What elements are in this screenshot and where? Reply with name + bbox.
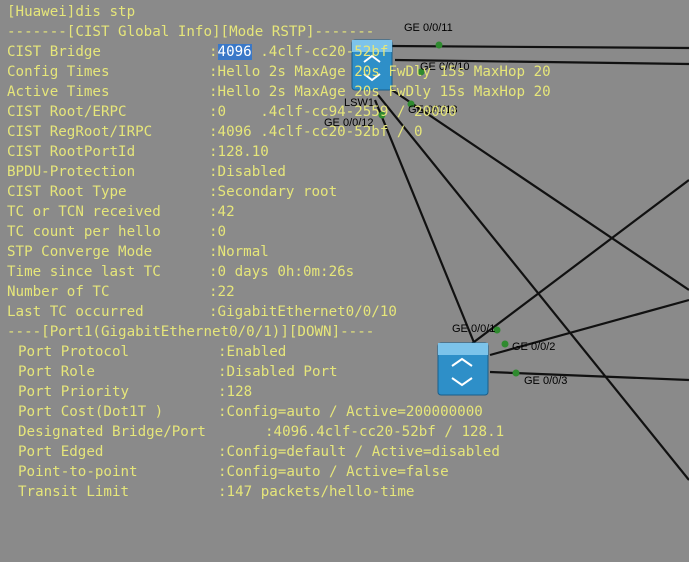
port-row: Port Edged :Config=default / Active=disa…	[0, 442, 689, 462]
row-value: :42	[209, 204, 235, 220]
row-label: Config Times	[7, 64, 110, 80]
row-label: Active Times	[7, 84, 110, 100]
row-value: :0 days 0h:0m:26s	[209, 264, 355, 280]
global-row: CIST RootPortId :128.10	[0, 142, 689, 162]
row-label: CIST RootPortId	[7, 144, 136, 160]
row-label: Transit Limit	[18, 484, 130, 500]
port-row: Port Role :Disabled Port	[0, 362, 689, 382]
row-value: :Hello 2s MaxAge 20s FwDly 15s MaxHop 20	[209, 84, 551, 100]
row-label: TC or TCN received	[7, 204, 161, 220]
global-row: CIST Root/ERPC :0 .4clf-cc94-2559 / 2000…	[0, 102, 689, 122]
row-value: :Hello 2s MaxAge 20s FwDly 15s MaxHop 20	[209, 64, 551, 80]
row-label: CIST Root Type	[7, 184, 127, 200]
row-value: :Enabled	[218, 344, 287, 360]
row-value: :147 packets/hello-time	[218, 484, 415, 500]
global-row: Config Times :Hello 2s MaxAge 20s FwDly …	[0, 62, 689, 82]
row-label: Port Cost(Dot1T )	[18, 404, 164, 420]
row-value: :Config=auto / Active=200000000	[218, 404, 483, 420]
cist-global-header: -------[CIST Global Info][Mode RSTP]----…	[7, 24, 375, 40]
row-label: Number of TC	[7, 284, 110, 300]
global-row: CIST Root Type :Secondary root	[0, 182, 689, 202]
row-label: Designated Bridge/Port	[18, 424, 206, 440]
global-row: Last TC occurred :GigabitEthernet0/0/10	[0, 302, 689, 322]
row-value: :22	[209, 284, 235, 300]
row-label: CIST Bridge	[7, 44, 101, 60]
global-row: Active Times :Hello 2s MaxAge 20s FwDly …	[0, 82, 689, 102]
row-value: :GigabitEthernet0/0/10	[209, 304, 397, 320]
command-line: [Huawei]dis stp	[0, 2, 689, 22]
port-header-line: ----[Port1(GigabitEthernet0/0/1)][DOWN]-…	[0, 322, 689, 342]
global-row: TC or TCN received :42	[0, 202, 689, 222]
global-row: BPDU-Protection :Disabled	[0, 162, 689, 182]
row-label: BPDU-Protection	[7, 164, 136, 180]
global-row: Time since last TC :0 days 0h:0m:26s	[0, 262, 689, 282]
row-value: :4096.4clf-cc20-52bf / 128.1	[265, 424, 505, 440]
global-row: STP Converge Mode :Normal	[0, 242, 689, 262]
row-label: Point-to-point	[18, 464, 138, 480]
global-row: CIST Bridge :4096 .4clf-cc20-52bf	[0, 42, 689, 62]
global-row: Number of TC :22	[0, 282, 689, 302]
global-row: TC count per hello :0	[0, 222, 689, 242]
row-value: :Disabled	[209, 164, 286, 180]
row-label: Port Role	[18, 364, 95, 380]
row-label: CIST Root/ERPC	[7, 104, 127, 120]
row-label: STP Converge Mode	[7, 244, 153, 260]
row-value: :0 .4clf-cc94-2559 / 20000	[209, 104, 457, 120]
row-value: :0	[209, 224, 227, 240]
row-value: :128.10	[209, 144, 269, 160]
port-header: ----[Port1(GigabitEthernet0/0/1)][DOWN]-…	[7, 324, 375, 340]
row-label: CIST RegRoot/IRPC	[7, 124, 153, 140]
row-value: :128	[218, 384, 253, 400]
port-row: Point-to-point :Config=auto / Active=fal…	[0, 462, 689, 482]
global-row: CIST RegRoot/IRPC :4096 .4clf-cc20-52bf …	[0, 122, 689, 142]
terminal-output[interactable]: [Huawei]dis stp -------[CIST Global Info…	[0, 0, 689, 506]
row-value: :Config=default / Active=disabled	[218, 444, 500, 460]
port-row: Transit Limit :147 packets/hello-time	[0, 482, 689, 502]
row-label: Port Edged	[18, 444, 104, 460]
port-row: Port Protocol :Enabled	[0, 342, 689, 362]
row-label: TC count per hello	[7, 224, 161, 240]
row-label: Time since last TC	[7, 264, 161, 280]
command-prompt: [Huawei]dis stp	[7, 4, 136, 20]
row-label: Port Protocol	[18, 344, 130, 360]
port-row: Designated Bridge/Port :4096.4clf-cc20-5…	[0, 422, 689, 442]
row-value: :Normal	[209, 244, 269, 260]
cist-header-line: -------[CIST Global Info][Mode RSTP]----…	[0, 22, 689, 42]
row-label: Last TC occurred	[7, 304, 144, 320]
port-row: Port Cost(Dot1T ) :Config=auto / Active=…	[0, 402, 689, 422]
row-value: :4096 .4clf-cc20-52bf	[209, 44, 389, 60]
row-value: :4096 .4clf-cc20-52bf / 0	[209, 124, 423, 140]
highlighted-selection: 4096	[217, 44, 252, 60]
port-row: Port Priority :128	[0, 382, 689, 402]
row-value: :Secondary root	[209, 184, 338, 200]
row-label: Port Priority	[18, 384, 130, 400]
row-value: :Disabled Port	[218, 364, 338, 380]
row-value: :Config=auto / Active=false	[218, 464, 449, 480]
